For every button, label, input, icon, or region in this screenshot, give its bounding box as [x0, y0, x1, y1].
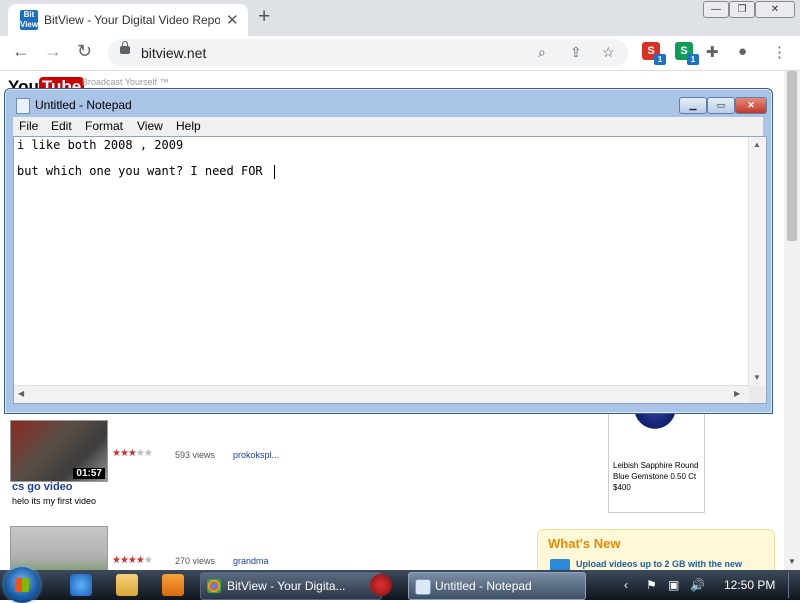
action-center-flag-icon[interactable]: ⚑: [646, 578, 657, 592]
video-views: 593 views: [175, 450, 216, 460]
extension-s-1-icon[interactable]: S 1: [642, 42, 666, 65]
address-bar[interactable]: bitview.net ⌕ ⇪ ☆: [108, 39, 628, 67]
notepad-icon: [415, 579, 431, 595]
back-button[interactable]: ←: [12, 41, 30, 62]
folder-icon[interactable]: [116, 574, 138, 596]
whats-new-link[interactable]: Upload videos up to 2 GB with the new: [576, 559, 742, 569]
start-button[interactable]: [4, 567, 40, 603]
window-close-button[interactable]: ✕: [755, 1, 795, 18]
person-icon[interactable]: ●: [738, 43, 747, 60]
new-tab-button[interactable]: +: [258, 5, 270, 29]
text-line: but which one you want? I need FOR: [17, 164, 275, 179]
search-icon[interactable]: ⌕: [538, 44, 546, 61]
volume-icon[interactable]: 🔊: [690, 578, 705, 592]
notepad-menubar: File Edit Format View Help: [13, 117, 763, 136]
lock-icon[interactable]: [120, 41, 130, 54]
text-caret: [273, 164, 275, 179]
sidebar-ad[interactable]: Leibish Sapphire Round Blue Gemstone 0.5…: [608, 405, 705, 513]
notepad-horizontal-scrollbar[interactable]: ◀ ▶: [14, 385, 749, 403]
taskbar-chrome-button[interactable]: BitView - Your Digita...: [200, 572, 382, 600]
notepad-minimize-button[interactable]: ▁: [679, 97, 707, 114]
rating-stars: ★★★★★: [112, 448, 153, 459]
browser-tab-strip: Bit View BitView - Your Digital Video Re…: [0, 0, 800, 36]
site-tagline: Broadcast Yourself ™: [82, 77, 169, 87]
windows-taskbar: BitView - Your Digita... Untitled - Note…: [0, 567, 800, 603]
forward-button[interactable]: →: [44, 41, 62, 62]
browser-tab-bitview[interactable]: Bit View BitView - Your Digital Video Re…: [8, 4, 248, 36]
window-minimize-button[interactable]: —: [703, 1, 729, 18]
kebab-menu-icon[interactable]: ⋮: [772, 43, 787, 61]
taskbar-notepad-button[interactable]: Untitled - Notepad: [408, 572, 586, 600]
network-icon[interactable]: ▣: [668, 578, 679, 592]
extension-badge: 1: [687, 54, 699, 65]
whats-new-title: What's New: [548, 536, 621, 551]
tab-title: BitView - Your Digital Video Repository: [44, 13, 220, 27]
chrome-icon: [207, 579, 221, 593]
share-icon[interactable]: ⇪: [570, 44, 582, 61]
rating-stars: ★★★★★: [112, 555, 153, 566]
notepad-maximize-button[interactable]: ▭: [707, 97, 735, 114]
page-scrollbar[interactable]: ▼: [784, 71, 800, 571]
extension-s-2-icon[interactable]: S 1: [675, 42, 699, 65]
text-line: i like both 2008 , 2009: [17, 138, 184, 152]
scroll-up-icon[interactable]: ▲: [753, 140, 761, 149]
window-controls: — ❐ ✕: [703, 1, 795, 18]
video-author-link[interactable]: prokokspl...: [233, 450, 279, 460]
scroll-corner: [749, 386, 766, 403]
notepad-title: Untitled - Notepad: [35, 98, 132, 112]
menu-view[interactable]: View: [137, 119, 163, 133]
tab-close-icon[interactable]: ✕: [226, 11, 239, 29]
scroll-right-icon[interactable]: ▶: [734, 389, 740, 398]
extension-badge: 1: [654, 54, 666, 65]
video-author-link[interactable]: grandma: [233, 556, 269, 566]
star-icon[interactable]: ☆: [602, 44, 615, 61]
video-duration: 01:57: [73, 468, 105, 479]
notepad-icon: [16, 98, 30, 114]
scroll-left-icon[interactable]: ◀: [18, 389, 24, 398]
video-description: helo its my first video: [12, 496, 97, 506]
scroll-down-icon[interactable]: ▼: [788, 557, 796, 566]
menu-format[interactable]: Format: [85, 119, 123, 133]
media-player-icon[interactable]: [162, 574, 184, 596]
bitview-favicon-icon: Bit View: [20, 10, 39, 30]
menu-file[interactable]: File: [19, 119, 38, 133]
url-text[interactable]: bitview.net: [141, 45, 206, 61]
notepad-vertical-scrollbar[interactable]: ▲ ▼: [748, 137, 766, 386]
record-icon[interactable]: [370, 574, 392, 596]
tray-chevron-icon[interactable]: ‹: [624, 578, 628, 592]
page-scroll-thumb[interactable]: [787, 71, 797, 241]
browser-toolbar: ← → ↻ bitview.net ⌕ ⇪ ☆ S 1 S 1 ✚ ● ⋮: [0, 36, 800, 71]
taskbar-clock[interactable]: 12:50 PM: [724, 578, 775, 592]
menu-help[interactable]: Help: [176, 119, 201, 133]
menu-edit[interactable]: Edit: [51, 119, 72, 133]
scroll-down-icon[interactable]: ▼: [753, 373, 761, 382]
notepad-window: Untitled - Notepad ▁ ▭ ✕ File Edit Forma…: [4, 88, 773, 414]
notepad-text-area[interactable]: i like both 2008 , 2009 but which one yo…: [13, 136, 767, 404]
notepad-close-button[interactable]: ✕: [735, 97, 767, 114]
window-maximize-button[interactable]: ❐: [729, 1, 755, 18]
video-title-link[interactable]: cs go video: [12, 481, 73, 493]
puzzle-icon[interactable]: ✚: [706, 43, 719, 61]
internet-explorer-icon[interactable]: [70, 574, 92, 596]
reload-button[interactable]: ↻: [77, 41, 92, 62]
ad-text: Leibish Sapphire Round Blue Gemstone 0.5…: [613, 461, 699, 492]
video-thumbnail[interactable]: 01:57: [10, 420, 108, 482]
video-views: 270 views: [175, 556, 216, 566]
show-desktop-button[interactable]: [788, 572, 799, 598]
